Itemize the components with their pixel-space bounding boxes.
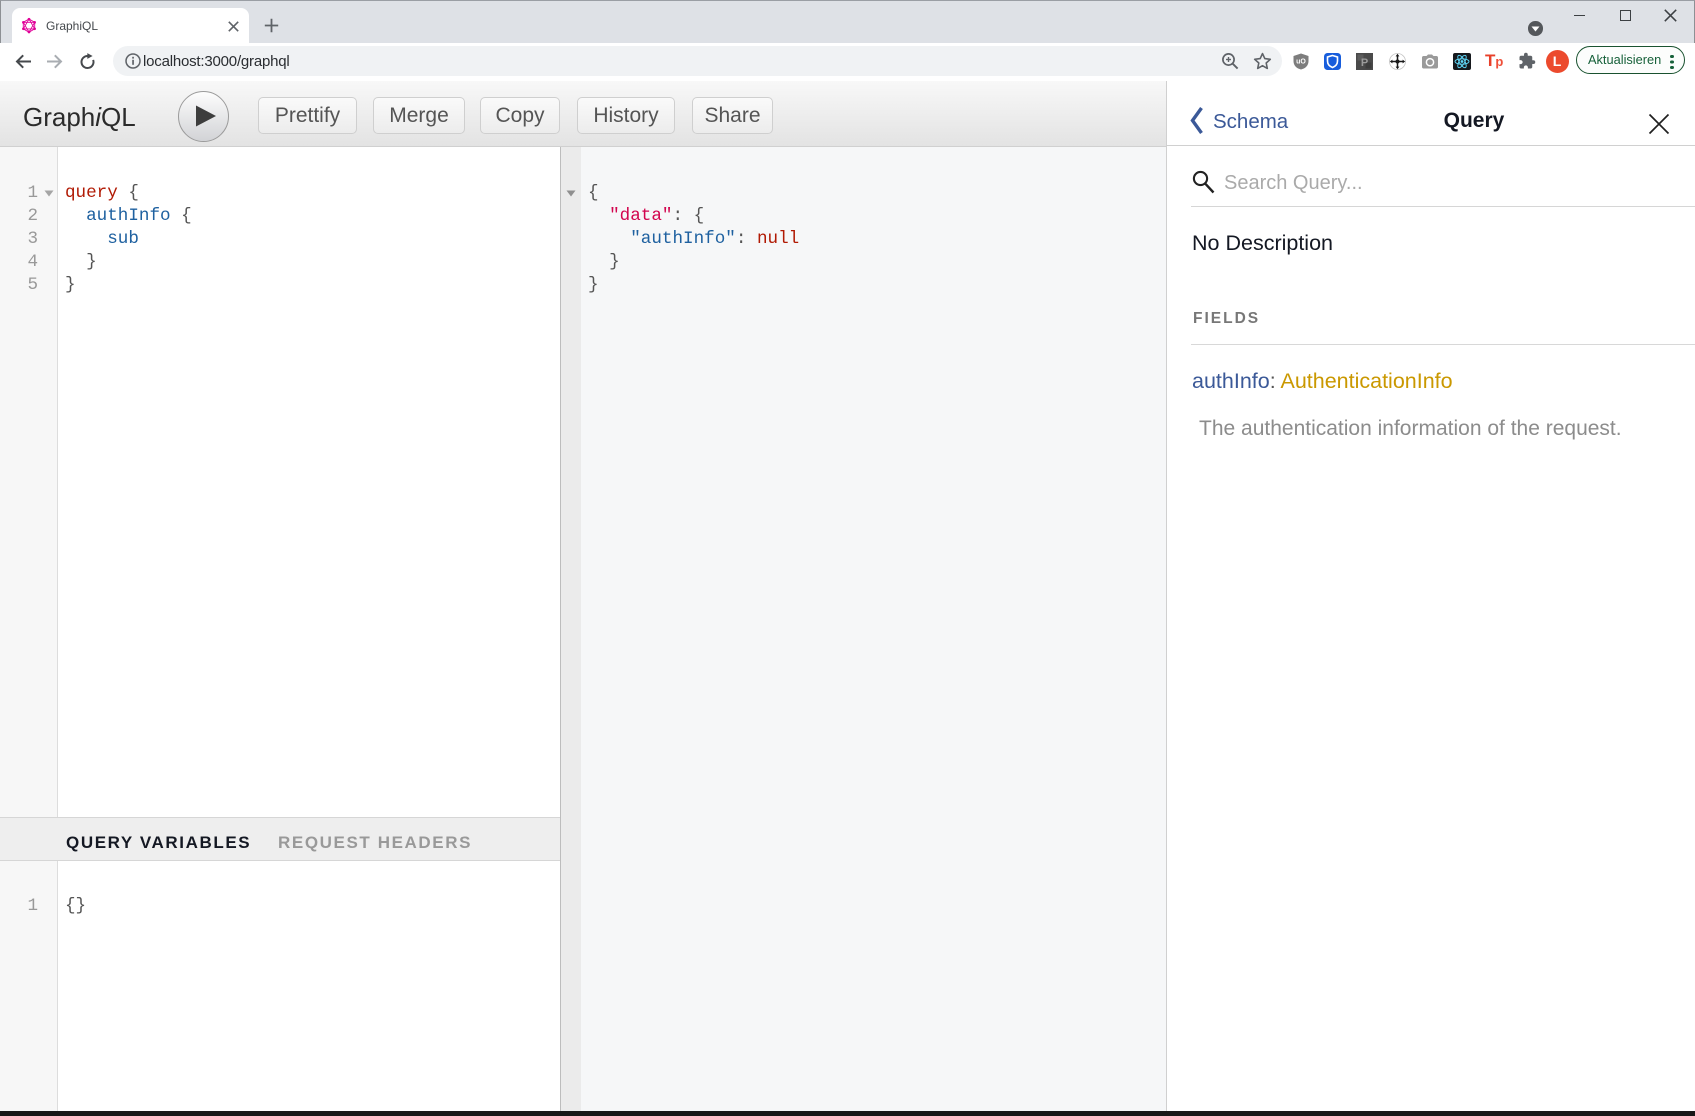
svg-text:P: P — [1361, 57, 1368, 69]
svg-text:uO: uO — [1296, 59, 1306, 66]
